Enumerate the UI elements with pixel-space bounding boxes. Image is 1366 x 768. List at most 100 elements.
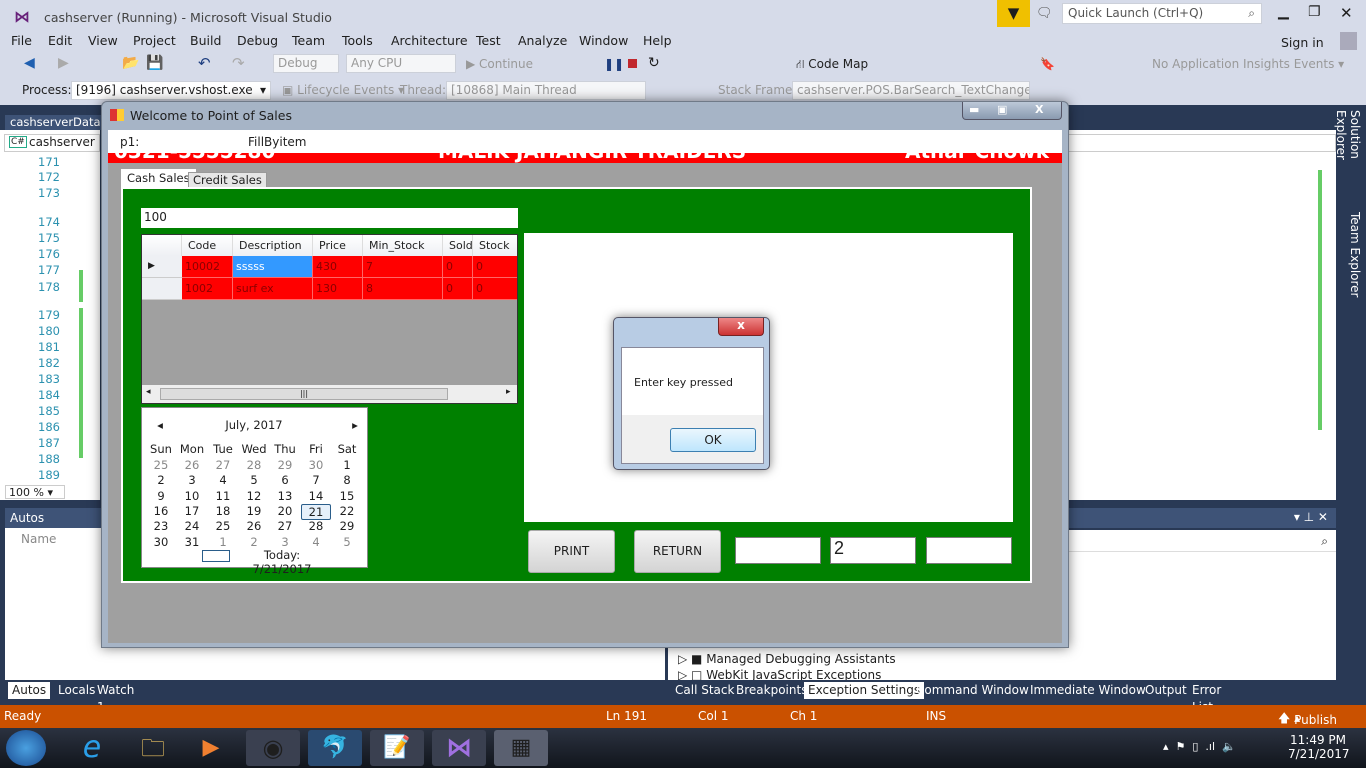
menu-window[interactable]: Window xyxy=(579,33,628,48)
notepad-plus-icon[interactable]: 📝 xyxy=(370,730,424,766)
form-maximize-button[interactable]: ▣ xyxy=(997,103,1007,116)
grid-cell[interactable]: 0 xyxy=(443,256,473,278)
code-map-button[interactable]: ⛙ Code Map xyxy=(796,57,868,73)
return-button[interactable]: RETURN xyxy=(634,530,721,573)
undo-icon[interactable]: ↶ xyxy=(198,54,211,72)
form-minimize-button[interactable]: ▬ xyxy=(969,103,979,116)
sign-in-link[interactable]: Sign in xyxy=(1281,35,1324,50)
zoom-dropdown[interactable]: 100 % ▾ xyxy=(5,485,65,499)
row-header[interactable]: ▶ xyxy=(142,256,182,278)
grid-hscrollbar[interactable]: ◂ ||| ▸ xyxy=(142,385,517,403)
calendar-day[interactable]: 19 xyxy=(239,504,269,518)
scroll-thumb[interactable]: ||| xyxy=(160,388,448,400)
document-tab[interactable]: cashserverDataSet xyxy=(5,115,105,130)
calendar-day[interactable]: 24 xyxy=(177,519,207,533)
menu-view[interactable]: View xyxy=(88,33,118,48)
calendar-day[interactable]: 21 xyxy=(301,503,331,520)
calendar-day[interactable]: 13 xyxy=(270,489,300,503)
menu-tools[interactable]: Tools xyxy=(342,33,373,48)
grid-cell[interactable]: 1002 xyxy=(182,278,233,300)
grid-cell[interactable]: 7 xyxy=(363,256,443,278)
calendar-today[interactable]: Today: 7/21/2017 xyxy=(234,548,330,576)
tab-cash-sales[interactable]: Cash Sales xyxy=(121,169,196,188)
menu-file[interactable]: File xyxy=(11,33,32,48)
calendar-day[interactable]: 30 xyxy=(301,458,331,472)
fillbyitem-button[interactable]: FillByitem xyxy=(248,135,306,149)
platform-dropdown[interactable]: Any CPU xyxy=(346,54,456,73)
grid-cell[interactable]: 8 xyxy=(363,278,443,300)
calendar-day[interactable]: 4 xyxy=(208,473,238,487)
calendar-day[interactable]: 20 xyxy=(270,504,300,518)
filter-icon[interactable]: ▼ xyxy=(997,0,1030,27)
code-editor[interactable]: C# cashserver 171 172 173 174 175 176 177 178 179… xyxy=(0,130,100,500)
calendar-day[interactable]: 29 xyxy=(332,519,362,533)
calendar-day[interactable]: 16 xyxy=(146,504,176,518)
tab-command-window[interactable]: Command Window xyxy=(912,682,1033,699)
lifecycle-events-dropdown[interactable]: ▣ Lifecycle Events ▾ xyxy=(282,83,404,97)
grid-cell[interactable]: sssss xyxy=(233,256,313,278)
calendar-day[interactable]: 11 xyxy=(208,489,238,503)
grid-cell[interactable]: 0 xyxy=(473,256,517,278)
quick-launch-input[interactable]: Quick Launch (Ctrl+Q) ⌕ xyxy=(1062,3,1262,24)
calendar-day[interactable]: 31 xyxy=(177,535,207,549)
open-icon[interactable]: 📂 xyxy=(122,55,139,71)
calendar-day[interactable]: 30 xyxy=(146,535,176,549)
process-dropdown[interactable]: [9196] cashserver.vshost.exe ▾ xyxy=(71,81,271,100)
grid-header-stock[interactable]: Stock xyxy=(473,235,517,256)
media-player-icon[interactable]: ▶ xyxy=(184,730,238,766)
calendar-day[interactable]: 23 xyxy=(146,519,176,533)
solution-explorer-tab[interactable]: Solution Explorer xyxy=(1334,110,1362,210)
next-month-button[interactable]: ▸ xyxy=(340,418,370,432)
bookmark-icon[interactable]: 🔖 xyxy=(1040,57,1055,71)
calendar-day[interactable]: 7 xyxy=(301,473,331,487)
grid-cell[interactable]: 430 xyxy=(313,256,363,278)
calendar-day[interactable]: 10 xyxy=(177,489,207,503)
tab-exception-settings[interactable]: Exception Settings xyxy=(804,682,925,699)
print-button[interactable]: PRINT xyxy=(528,530,615,573)
calendar-day[interactable]: 18 xyxy=(208,504,238,518)
chrome-icon[interactable]: ◉ xyxy=(246,730,300,766)
calendar-day[interactable]: 5 xyxy=(332,535,362,549)
grid-cell[interactable]: 130 xyxy=(313,278,363,300)
calendar-day[interactable]: 17 xyxy=(177,504,207,518)
forward-icon[interactable]: ▶ xyxy=(58,55,69,71)
calendar-day[interactable]: 4 xyxy=(301,535,331,549)
continue-button[interactable]: ▶ Continue xyxy=(466,57,533,71)
calendar-day[interactable]: 26 xyxy=(239,519,269,533)
publish-button[interactable]: 🡅 Publish ▴ xyxy=(1278,709,1337,730)
grid-cell[interactable]: 0 xyxy=(443,278,473,300)
minimize-button[interactable]: ▁ xyxy=(1278,4,1289,20)
calendar-day[interactable]: 25 xyxy=(146,458,176,472)
grid-header-sold[interactable]: Sold xyxy=(443,235,473,256)
calendar-day[interactable]: 29 xyxy=(270,458,300,472)
calendar-day[interactable]: 12 xyxy=(239,489,269,503)
start-button[interactable] xyxy=(6,730,46,766)
menu-analyze[interactable]: Analyze xyxy=(518,33,567,48)
grid-cell[interactable]: surf ex xyxy=(233,278,313,300)
member-dropdown[interactable] xyxy=(1066,134,1336,152)
pause-icon[interactable]: ❚❚ xyxy=(604,57,624,71)
calendar-day[interactable]: 1 xyxy=(332,458,362,472)
menu-architecture[interactable]: Architecture xyxy=(391,33,468,48)
restore-button[interactable]: ❐ xyxy=(1308,4,1321,20)
exception-item[interactable]: ▷ ■ Managed Debugging Assistants xyxy=(678,652,896,666)
menu-edit[interactable]: Edit xyxy=(48,33,72,48)
insights-dropdown[interactable]: No Application Insights Events ▾ xyxy=(1152,57,1344,71)
mysql-workbench-icon[interactable]: 🐬 xyxy=(308,730,362,766)
menu-project[interactable]: Project xyxy=(133,33,176,48)
calendar-day[interactable]: 9 xyxy=(146,489,176,503)
calendar-day[interactable]: 27 xyxy=(270,519,300,533)
close-button[interactable]: ✕ xyxy=(1340,4,1353,22)
calendar-day[interactable]: 1 xyxy=(208,535,238,549)
stack-frame-dropdown[interactable]: cashserver.POS.BarSearch_TextChanged xyxy=(792,81,1030,100)
month-calendar[interactable]: ◂ July, 2017 ▸ Sun Mon Tue Wed Thu Fri Sat 25 26… xyxy=(141,407,370,576)
restart-icon[interactable]: ↻ xyxy=(648,55,660,71)
dialog-ok-button[interactable]: OK xyxy=(670,428,756,452)
menu-team[interactable]: Team xyxy=(292,33,325,48)
save-icon[interactable]: 💾 xyxy=(146,55,163,71)
calendar-day[interactable]: 28 xyxy=(239,458,269,472)
config-dropdown[interactable]: Debug xyxy=(273,54,339,73)
calendar-day[interactable]: 5 xyxy=(239,473,269,487)
menu-help[interactable]: Help xyxy=(643,33,672,48)
total-field-2[interactable]: 2 xyxy=(830,537,916,564)
